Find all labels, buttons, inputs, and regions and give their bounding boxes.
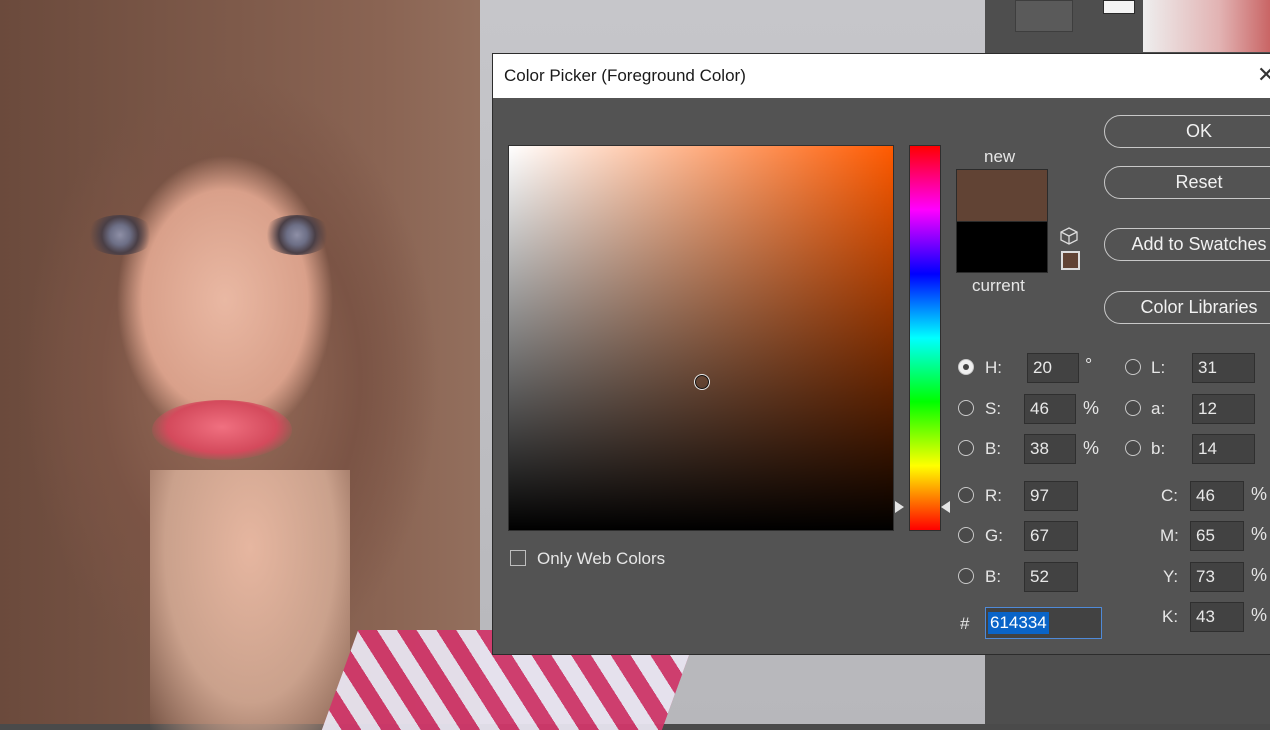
hue-slider-arrow-icon[interactable] [941, 501, 950, 513]
radio-b[interactable] [958, 440, 974, 456]
cube-icon[interactable] [1060, 227, 1078, 245]
reset-button[interactable]: Reset [1104, 166, 1270, 199]
h-unit: ° [1085, 355, 1093, 375]
color-libraries-button[interactable]: Color Libraries [1104, 291, 1270, 324]
radio-lab-b[interactable] [1125, 440, 1141, 456]
color-field-ring-icon[interactable] [694, 374, 710, 390]
lab-b-label: b: [1151, 439, 1166, 458]
web-safe-swatch-icon[interactable] [1061, 251, 1080, 270]
radio-r[interactable] [958, 487, 974, 503]
c-input[interactable]: 46 [1190, 481, 1244, 511]
l-label: L: [1151, 358, 1166, 377]
a-input[interactable]: 12 [1192, 394, 1255, 424]
k-label: K: [1162, 607, 1179, 626]
radio-a[interactable] [1125, 400, 1141, 416]
rgb-b-label: B: [985, 567, 1002, 586]
c-unit: % [1251, 484, 1268, 504]
ok-button[interactable]: OK [1104, 115, 1270, 148]
r-label: R: [985, 486, 1002, 505]
new-label: new [984, 147, 1016, 166]
g-label: G: [985, 526, 1003, 545]
b-input[interactable]: 38 [1024, 434, 1076, 464]
only-web-colors-label: Only Web Colors [537, 549, 666, 568]
k-unit: % [1251, 605, 1268, 625]
y-label: Y: [1163, 567, 1179, 586]
gradient-preview [1143, 0, 1270, 52]
l-input[interactable]: 31 [1192, 353, 1255, 383]
b-label: B: [985, 439, 1002, 458]
white-swatch[interactable] [1103, 0, 1135, 14]
h-input[interactable]: 20 [1027, 353, 1079, 383]
dialog-titlebar: Color Picker (Foreground Color) ✕ [493, 54, 1270, 98]
m-label: M: [1160, 526, 1179, 545]
s-input[interactable]: 46 [1024, 394, 1076, 424]
m-input[interactable]: 65 [1190, 521, 1244, 551]
radio-rgb-b[interactable] [958, 568, 974, 584]
close-icon[interactable]: ✕ [1257, 63, 1270, 88]
hue-slider-arrow-icon[interactable] [895, 501, 904, 513]
hex-value: 614334 [988, 612, 1049, 634]
zoom-tool-icon[interactable] [1015, 0, 1073, 32]
lab-b-input[interactable]: 14 [1192, 434, 1255, 464]
radio-g[interactable] [958, 527, 974, 543]
b-unit: % [1083, 438, 1100, 458]
color-picker-dialog: Color Picker (Foreground Color) ✕ new cu… [493, 54, 1270, 654]
radio-l[interactable] [1125, 359, 1141, 375]
s-label: S: [985, 399, 1002, 418]
hue-slider[interactable] [909, 145, 941, 531]
photo-left-eye [85, 215, 155, 255]
dialog-title: Color Picker (Foreground Color) [504, 66, 746, 85]
photo-right-eye [262, 215, 332, 255]
h-label: H: [985, 358, 1002, 377]
only-web-colors-checkbox[interactable] [510, 550, 526, 566]
y-unit: % [1251, 565, 1268, 585]
radio-s[interactable] [958, 400, 974, 416]
photo-lips [152, 400, 292, 460]
g-input[interactable]: 67 [1024, 521, 1078, 551]
add-to-swatches-button[interactable]: Add to Swatches [1104, 228, 1270, 261]
current-label: current [972, 276, 1025, 295]
hex-input[interactable]: 614334 [985, 607, 1102, 639]
current-color-swatch[interactable] [956, 221, 1048, 273]
s-unit: % [1083, 398, 1100, 418]
color-field[interactable] [508, 145, 894, 531]
c-label: C: [1161, 486, 1178, 505]
photo-neck [150, 470, 350, 730]
rgb-b-input[interactable]: 52 [1024, 562, 1078, 592]
k-input[interactable]: 43 [1190, 602, 1244, 632]
radio-h[interactable] [958, 359, 974, 375]
m-unit: % [1251, 524, 1268, 544]
a-label: a: [1151, 399, 1166, 418]
hex-label: # [960, 614, 970, 633]
new-color-swatch [956, 169, 1048, 223]
r-input[interactable]: 97 [1024, 481, 1078, 511]
y-input[interactable]: 73 [1190, 562, 1244, 592]
